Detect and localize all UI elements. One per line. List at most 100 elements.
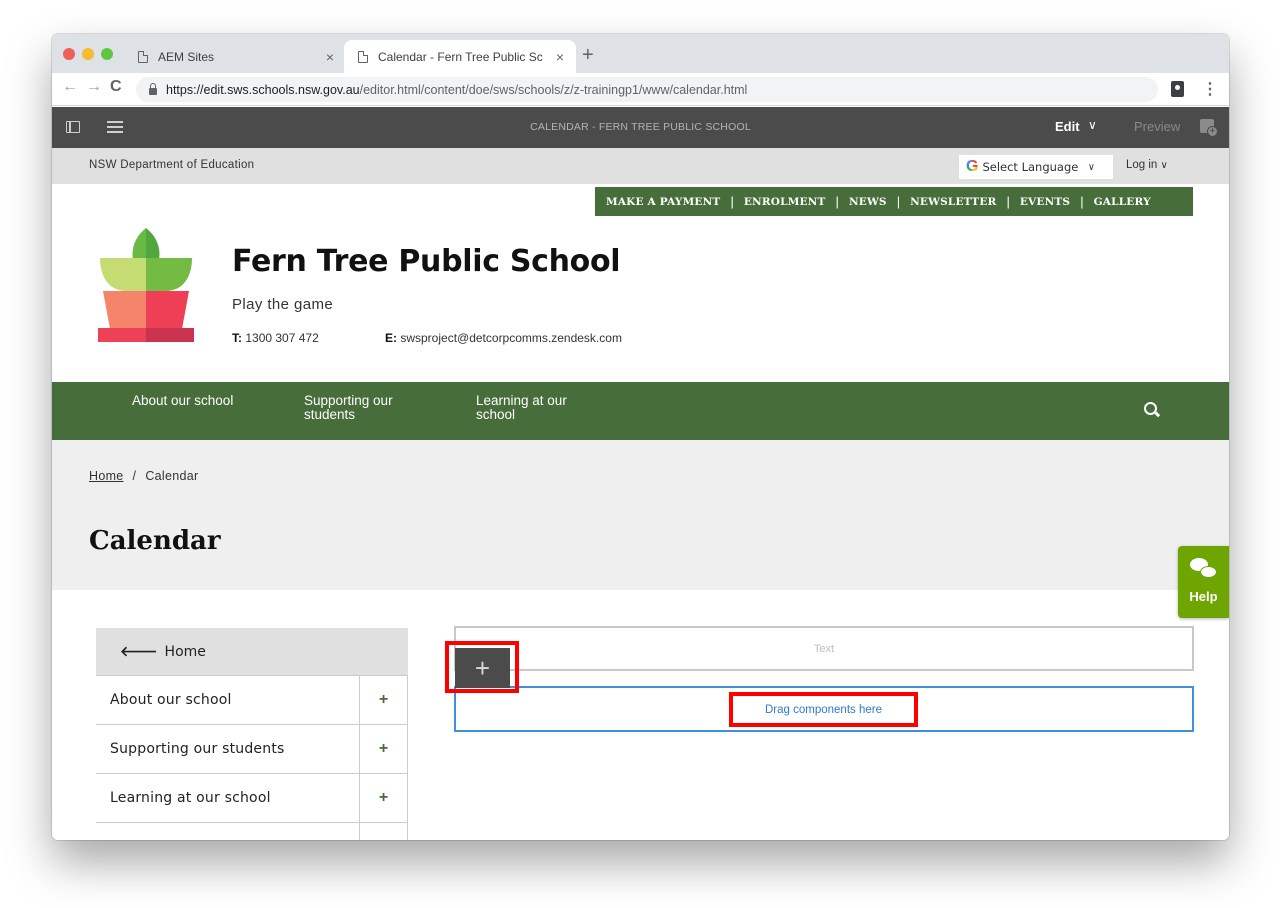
- nav-separator: |: [1006, 194, 1010, 209]
- nav-separator: |: [730, 194, 734, 209]
- minimize-window-button[interactable]: [82, 48, 94, 60]
- school-logo-plant-icon[interactable]: [98, 228, 194, 343]
- nav-label: About our school: [132, 393, 234, 408]
- drag-components-here-label[interactable]: Drag components here: [765, 704, 882, 716]
- page-icon: [358, 50, 368, 63]
- utility-bar: NSW Department of Education G Select Lan…: [52, 148, 1229, 184]
- phone-label: T:: [232, 331, 242, 345]
- side-menu-item-supporting-our-students[interactable]: Supporting our students: [96, 725, 359, 773]
- nav-newsletter[interactable]: NEWSLETTER: [910, 196, 996, 208]
- page-title: Calendar: [89, 526, 221, 556]
- close-tab-icon[interactable]: ×: [556, 49, 564, 65]
- side-menu-item-partial[interactable]: [96, 823, 359, 840]
- tab-aem-sites[interactable]: AEM Sites ×: [124, 40, 346, 73]
- expand-plus-icon[interactable]: +: [359, 774, 408, 822]
- chat-bubbles-icon: [1190, 558, 1218, 582]
- edit-mode-dropdown[interactable]: Edit: [1055, 119, 1080, 134]
- url-path: /editor.html/content/doe/sws/schools/z/z…: [359, 82, 748, 97]
- tab-calendar[interactable]: Calendar - Fern Tree Public Sc ×: [344, 40, 576, 73]
- side-menu-item: About our school +: [96, 676, 408, 725]
- tab-title: AEM Sites: [158, 49, 215, 64]
- school-tagline: Play the game: [232, 296, 334, 313]
- department-name: NSW Department of Education: [89, 159, 255, 171]
- expand-plus-icon[interactable]: +: [359, 676, 408, 724]
- login-label: Log in: [1126, 159, 1158, 171]
- chevron-down-icon: ∨: [1160, 160, 1168, 171]
- expand-plus-icon[interactable]: [359, 823, 408, 840]
- side-menu-item: [96, 823, 408, 840]
- main-nav-about-our-school[interactable]: About our school: [132, 394, 233, 408]
- main-nav-supporting-our-students[interactable]: Supporting our students: [304, 394, 393, 422]
- tab-strip: AEM Sites × Calendar - Fern Tree Public …: [52, 34, 1229, 73]
- browser-window: AEM Sites × Calendar - Fern Tree Public …: [52, 34, 1229, 840]
- tab-title: Calendar - Fern Tree Public Sc: [378, 49, 543, 64]
- highlight-drop-zone: Drag components here: [729, 692, 918, 727]
- maximize-window-button[interactable]: [101, 48, 113, 60]
- close-window-button[interactable]: [63, 48, 75, 60]
- browser-toolbar: ← → C https://edit.sws.schools.nsw.gov.a…: [52, 73, 1229, 106]
- side-menu: 🡐 Home About our school + Supporting our…: [96, 628, 408, 840]
- page-content: NSW Department of Education G Select Lan…: [52, 148, 1229, 840]
- side-menu-item-about-our-school[interactable]: About our school: [96, 676, 359, 724]
- breadcrumb-home-link[interactable]: Home: [89, 469, 124, 483]
- chevron-down-icon: ∨: [1088, 161, 1095, 173]
- lock-icon: [149, 83, 157, 95]
- page-icon: [138, 50, 148, 63]
- quick-links-nav: MAKE A PAYMENT | ENROLMENT | NEWS | NEWS…: [595, 187, 1193, 216]
- breadcrumb: Home / Calendar: [89, 469, 198, 483]
- nav-enrolment[interactable]: ENROLMENT: [744, 196, 826, 208]
- language-select[interactable]: G Select Language ∨: [959, 155, 1113, 179]
- google-icon: G: [966, 158, 979, 175]
- email-label: E:: [385, 331, 397, 345]
- chevron-down-icon[interactable]: ∨: [1088, 118, 1097, 132]
- nav-events[interactable]: EVENTS: [1020, 196, 1070, 208]
- main-nav-learning-at-our-school[interactable]: Learning at our school: [476, 394, 567, 422]
- help-label: Help: [1189, 589, 1218, 604]
- phone-number[interactable]: 1300 307 472: [245, 331, 318, 345]
- nav-separator: |: [1080, 194, 1084, 209]
- back-button[interactable]: ←: [62, 78, 78, 96]
- arrow-left-icon: 🡐: [120, 644, 158, 660]
- side-menu-item: Learning at our school +: [96, 774, 408, 823]
- nav-label: students: [304, 407, 356, 422]
- reload-button[interactable]: C: [110, 78, 122, 96]
- contact-phone: T: 1300 307 472: [232, 331, 319, 345]
- email-address[interactable]: swsproject@detcorpcomms.zendesk.com: [400, 331, 622, 345]
- browser-menu-button[interactable]: ⋮: [1202, 79, 1218, 99]
- nav-news[interactable]: NEWS: [849, 196, 887, 208]
- side-menu-item: Supporting our students +: [96, 725, 408, 774]
- new-tab-button[interactable]: +: [582, 44, 594, 67]
- breadcrumb-separator: /: [132, 469, 137, 483]
- main-nav: About our school Supporting our students…: [52, 382, 1229, 440]
- nav-label: school: [476, 407, 516, 422]
- editor-toolbar: CALENDAR - FERN TREE PUBLIC SCHOOL Edit …: [52, 107, 1229, 148]
- extension-badge-icon[interactable]: [1171, 81, 1184, 97]
- editor-page-title: CALENDAR - FERN TREE PUBLIC SCHOOL: [530, 121, 751, 133]
- breadcrumb-current: Calendar: [145, 469, 199, 483]
- search-icon[interactable]: [1144, 402, 1157, 415]
- highlight-insert-button: [445, 641, 519, 693]
- text-component-placeholder[interactable]: Text: [454, 626, 1194, 671]
- side-menu-item-learning-at-our-school[interactable]: Learning at our school: [96, 774, 359, 822]
- nav-separator: |: [835, 194, 839, 209]
- contact-email: E: swsproject@detcorpcomms.zendesk.com: [385, 331, 622, 345]
- language-select-label: Select Language: [982, 160, 1079, 174]
- annotate-icon[interactable]: [1200, 119, 1218, 137]
- page-header: Home / Calendar Calendar: [52, 440, 1229, 590]
- expand-plus-icon[interactable]: +: [359, 725, 408, 773]
- address-bar[interactable]: https://edit.sws.schools.nsw.gov.au/edit…: [136, 77, 1158, 102]
- nav-label: Learning at our: [476, 393, 567, 408]
- help-button[interactable]: Help: [1178, 546, 1229, 618]
- nav-label: Supporting our: [304, 393, 393, 408]
- preview-button[interactable]: Preview: [1134, 119, 1180, 134]
- nav-gallery[interactable]: GALLERY: [1094, 196, 1151, 208]
- school-name: Fern Tree Public School: [232, 244, 621, 279]
- side-menu-home[interactable]: 🡐 Home: [96, 628, 408, 676]
- nav-make-a-payment[interactable]: MAKE A PAYMENT: [606, 196, 720, 208]
- nav-separator: |: [896, 194, 901, 209]
- url-host: https://edit.sws.schools.nsw.gov.au: [166, 82, 360, 97]
- forward-button[interactable]: →: [86, 78, 102, 96]
- close-tab-icon[interactable]: ×: [326, 49, 334, 65]
- side-menu-home-label: Home: [164, 643, 206, 660]
- login-dropdown[interactable]: Log in ∨: [1126, 159, 1168, 171]
